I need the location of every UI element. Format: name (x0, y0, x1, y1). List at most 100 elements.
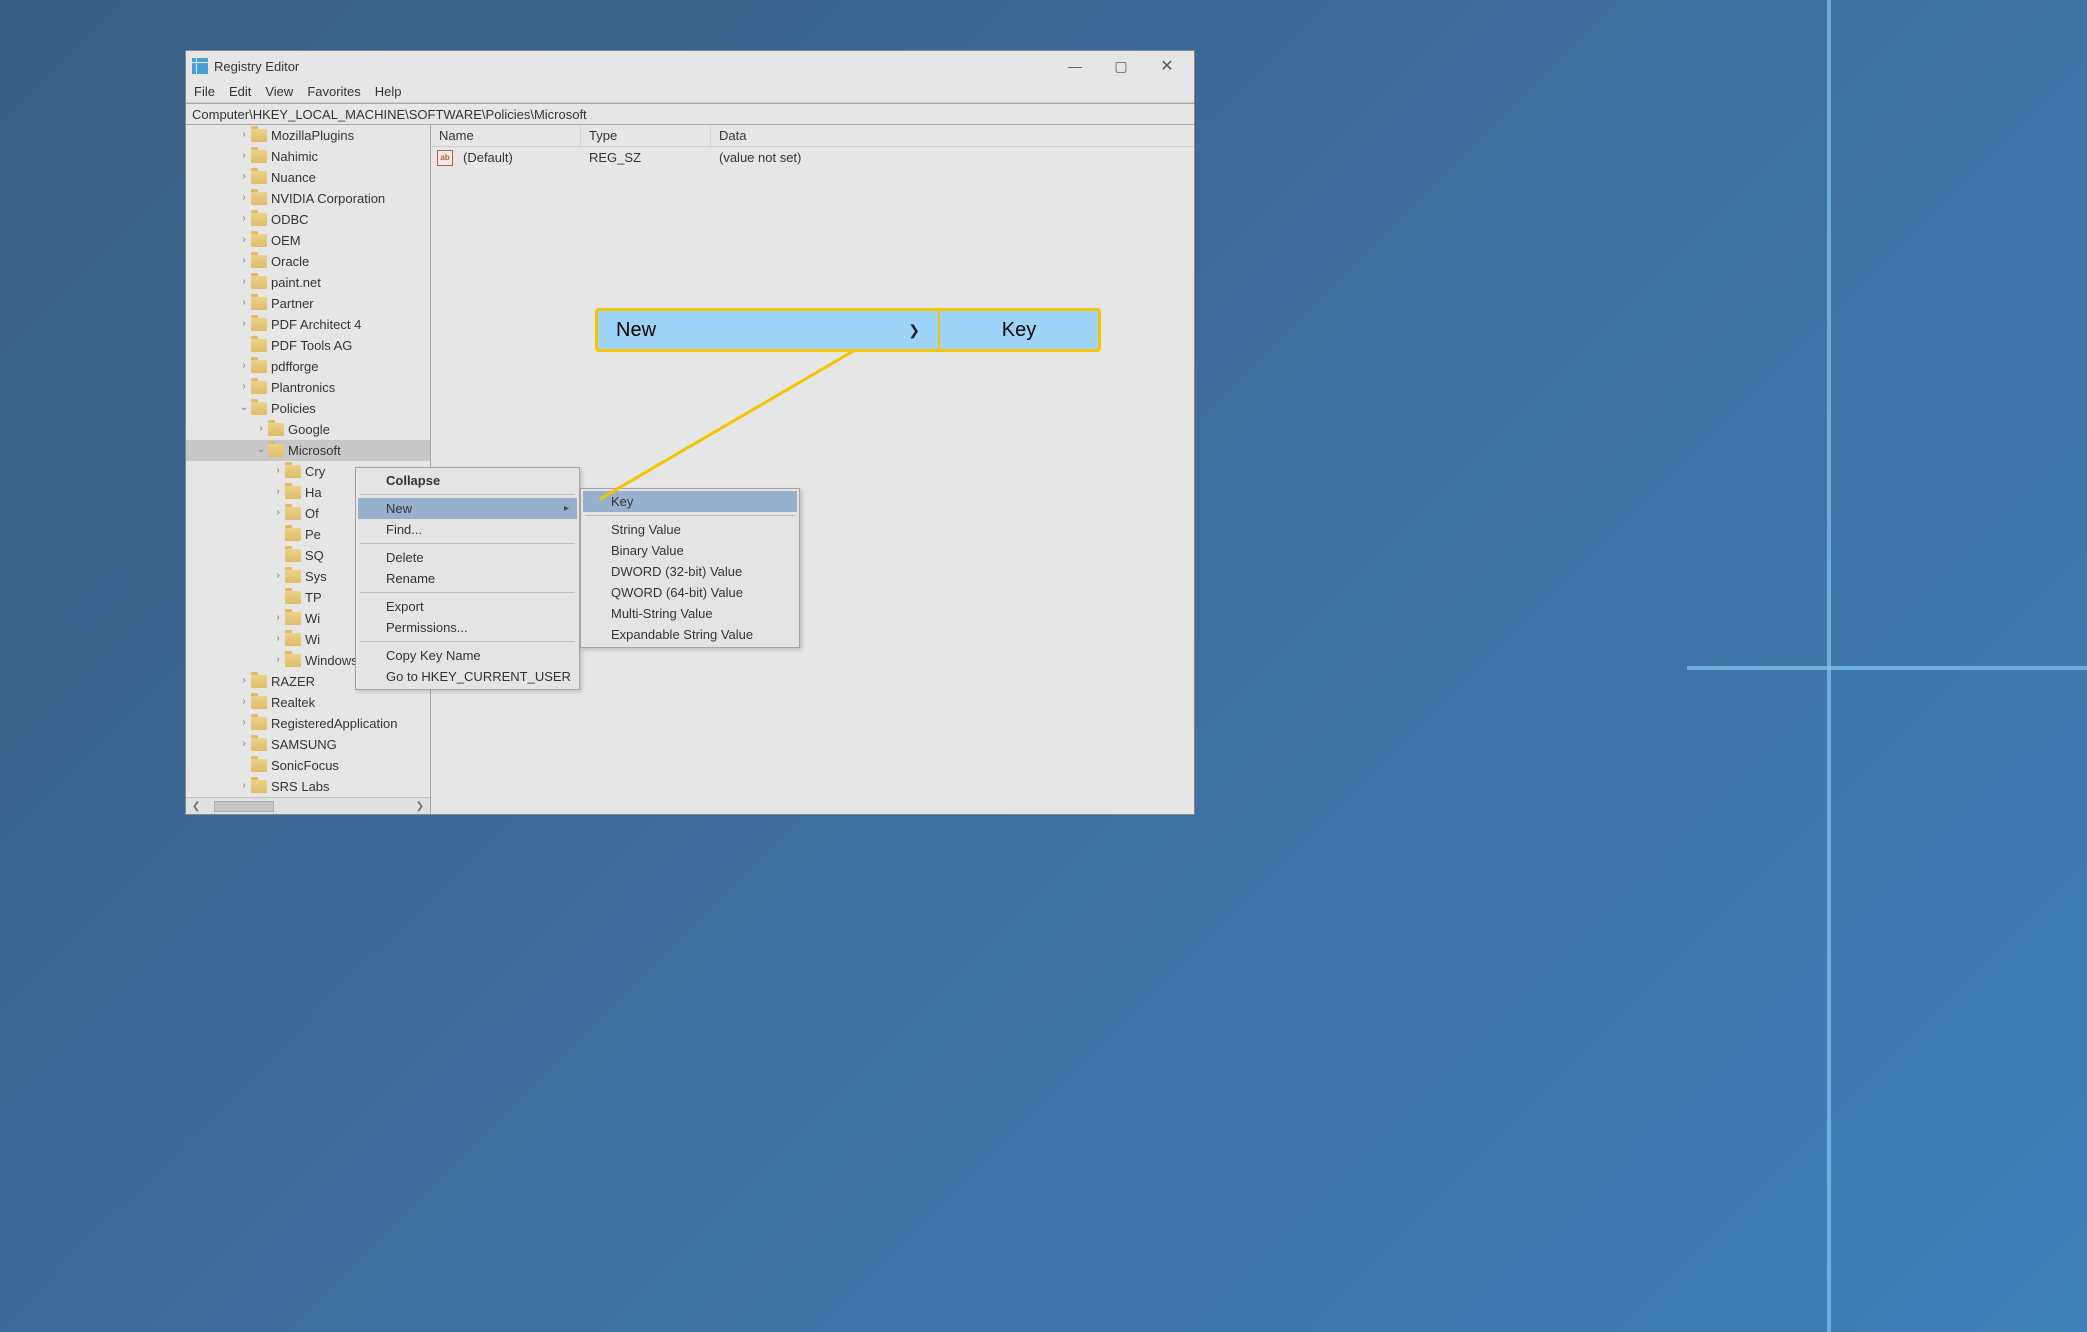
address-text: Computer\HKEY_LOCAL_MACHINE\SOFTWARE\Pol… (192, 107, 587, 122)
titlebar[interactable]: Registry Editor — ▢ ✕ (186, 51, 1194, 81)
minimize-button[interactable]: — (1052, 52, 1098, 80)
chevron-right-icon[interactable]: › (237, 192, 251, 203)
tree-item[interactable]: ›MozillaPlugins (186, 125, 430, 146)
chevron-right-icon[interactable]: › (237, 696, 251, 707)
submenu-qword[interactable]: QWORD (64-bit) Value (583, 582, 797, 603)
chevron-down-icon[interactable]: ⌄ (237, 402, 251, 413)
tree-item[interactable]: › ODBC (186, 209, 430, 230)
tree-item[interactable]: ›Nuance (186, 167, 430, 188)
tree-item[interactable]: › OEM (186, 230, 430, 251)
tree-item[interactable]: SonicFocus (186, 755, 430, 776)
chevron-right-icon[interactable]: › (237, 381, 251, 392)
folder-icon (251, 234, 267, 247)
tree-item[interactable]: ›PDF Architect 4 (186, 314, 430, 335)
menu-edit[interactable]: Edit (223, 82, 257, 101)
chevron-right-icon[interactable]: › (237, 318, 251, 329)
column-data[interactable]: Data (711, 125, 1194, 146)
tree-item[interactable]: ›SAMSUNG (186, 734, 430, 755)
tree-item-label: OEM (271, 233, 301, 248)
chevron-right-icon[interactable]: › (237, 738, 251, 749)
scroll-right-icon[interactable]: ❯ (412, 801, 428, 812)
scrollbar-thumb[interactable] (214, 801, 274, 812)
tree-item-label: Realtek (271, 695, 315, 710)
tree-item[interactable]: PDF Tools AG (186, 335, 430, 356)
chevron-right-icon[interactable]: › (237, 276, 251, 287)
folder-icon (251, 150, 267, 163)
chevron-right-icon[interactable]: › (237, 129, 251, 140)
menu-export[interactable]: Export (358, 596, 577, 617)
tree-item[interactable]: › Realtek (186, 692, 430, 713)
menu-collapse[interactable]: Collapse (358, 470, 577, 491)
menu-rename[interactable]: Rename (358, 568, 577, 589)
chevron-right-icon[interactable]: › (237, 780, 251, 791)
submenu-expandable-string[interactable]: Expandable String Value (583, 624, 797, 645)
tree-item-label: SRS Labs (271, 779, 330, 794)
chevron-right-icon[interactable]: › (271, 465, 285, 476)
chevron-right-icon[interactable]: › (271, 654, 285, 665)
column-type[interactable]: Type (581, 125, 711, 146)
menu-delete[interactable]: Delete (358, 547, 577, 568)
menu-goto-hkcu[interactable]: Go to HKEY_CURRENT_USER (358, 666, 577, 687)
chevron-right-icon[interactable]: › (237, 150, 251, 161)
chevron-down-icon[interactable]: ⌄ (254, 444, 268, 455)
tree-item[interactable]: ›RegisteredApplication (186, 713, 430, 734)
address-bar[interactable]: Computer\HKEY_LOCAL_MACHINE\SOFTWARE\Pol… (186, 103, 1194, 125)
tree-item-label: Cry (305, 464, 325, 479)
menu-copy-key-name[interactable]: Copy Key Name (358, 645, 577, 666)
tree-item-label: ODBC (271, 212, 309, 227)
submenu-multi-string[interactable]: Multi-String Value (583, 603, 797, 624)
tree-item-label: paint.net (271, 275, 321, 290)
chevron-right-icon[interactable]: › (237, 171, 251, 182)
tree-item-label: Policies (271, 401, 316, 416)
tree-item[interactable]: ⌄ Policies (186, 398, 430, 419)
chevron-right-icon[interactable]: › (237, 675, 251, 686)
chevron-right-icon[interactable]: › (254, 423, 268, 434)
tree-item[interactable]: ›pdfforge (186, 356, 430, 377)
tree-item[interactable]: › Nahimic (186, 146, 430, 167)
chevron-right-icon[interactable]: › (237, 297, 251, 308)
submenu-string[interactable]: String Value (583, 519, 797, 540)
tree-item-label: Oracle (271, 254, 309, 269)
tree-item[interactable]: ›NVIDIA Corporation (186, 188, 430, 209)
value-data: (value not set) (711, 150, 809, 165)
chevron-right-icon[interactable]: › (271, 633, 285, 644)
tree-item-label: Partner (271, 296, 314, 311)
chevron-right-icon[interactable]: › (271, 570, 285, 581)
tree-item-label: Google (288, 422, 330, 437)
menu-new[interactable]: New ▸ (358, 498, 577, 519)
column-name[interactable]: Name (431, 125, 581, 146)
tree-item-label: Nahimic (271, 149, 318, 164)
value-row[interactable]: ab (Default) REG_SZ (value not set) (431, 147, 1194, 168)
menu-view[interactable]: View (259, 82, 299, 101)
menu-find[interactable]: Find... (358, 519, 577, 540)
tree-item[interactable]: ›Plantronics (186, 377, 430, 398)
chevron-right-icon[interactable]: › (237, 360, 251, 371)
tree-scroll[interactable]: ›MozillaPlugins›Nahimic›Nuance›NVIDIA Co… (186, 125, 430, 797)
chevron-right-icon[interactable]: › (271, 612, 285, 623)
chevron-right-icon[interactable]: › (271, 507, 285, 518)
submenu-binary[interactable]: Binary Value (583, 540, 797, 561)
tree-item[interactable]: › Partner (186, 293, 430, 314)
maximize-button[interactable]: ▢ (1098, 52, 1144, 80)
chevron-right-icon[interactable]: › (271, 486, 285, 497)
tree-item[interactable]: › SRS Labs (186, 776, 430, 797)
chevron-right-icon[interactable]: › (237, 717, 251, 728)
chevron-right-icon[interactable]: › (237, 213, 251, 224)
tree-item-label: Of (305, 506, 319, 521)
scroll-left-icon[interactable]: ❮ (188, 801, 204, 812)
menu-favorites[interactable]: Favorites (301, 82, 366, 101)
tree-item[interactable]: ⌄Microsoft (186, 440, 430, 461)
menu-file[interactable]: File (188, 82, 221, 101)
menu-permissions[interactable]: Permissions... (358, 617, 577, 638)
folder-icon (285, 612, 301, 625)
close-button[interactable]: ✕ (1144, 52, 1190, 80)
menu-help[interactable]: Help (369, 82, 408, 101)
horizontal-scrollbar[interactable]: ❮ ❯ (186, 797, 430, 814)
chevron-right-icon[interactable]: › (237, 255, 251, 266)
chevron-right-icon[interactable]: › (237, 234, 251, 245)
submenu-dword[interactable]: DWORD (32-bit) Value (583, 561, 797, 582)
tree-item[interactable]: › Oracle (186, 251, 430, 272)
submenu-key[interactable]: Key (583, 491, 797, 512)
tree-item[interactable]: › Google (186, 419, 430, 440)
tree-item[interactable]: › paint.net (186, 272, 430, 293)
